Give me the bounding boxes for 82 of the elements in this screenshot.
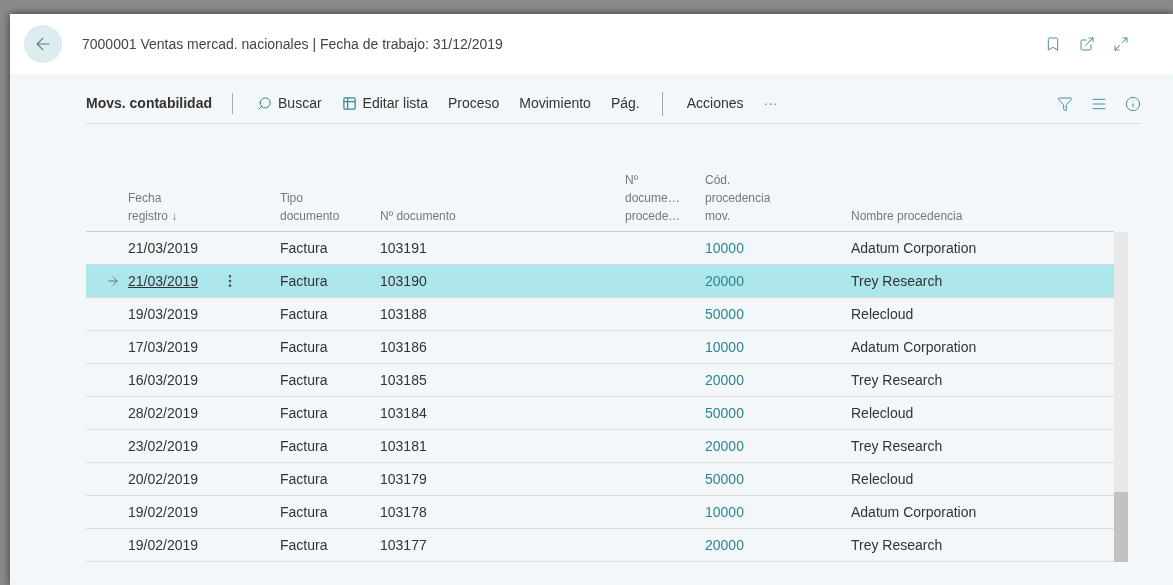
code-link[interactable]: 50000 — [705, 303, 744, 325]
action-button[interactable]: Acciones — [686, 93, 744, 114]
table-cell-text: Adatum Corporation — [851, 238, 977, 258]
table-cell-text: Factura — [280, 469, 328, 489]
table-cell-text: Factura — [280, 337, 328, 357]
expand-icon[interactable] — [1113, 36, 1129, 52]
open-new-window-icon[interactable] — [1079, 36, 1095, 52]
search-icon — [257, 96, 272, 111]
table-cell-text: 103186 — [380, 337, 427, 357]
table-cell-text: Adatum Corporation — [851, 502, 977, 522]
table-cell-text: 21/03/2019 — [128, 238, 199, 258]
table-row[interactable]: 28/02/2019 Factura 103184 50000 Relecloud — [86, 397, 1114, 430]
table-cell-text: Trey Research — [851, 271, 943, 291]
table-cell-text: Trey Research — [851, 535, 943, 555]
table-cell-text: Factura — [280, 370, 328, 390]
table-cell-text: Trey Research — [851, 370, 943, 390]
table-cell[interactable]: 21/03/2019 — [128, 270, 199, 292]
edit-list-button[interactable]: Editar lista — [341, 93, 428, 114]
table-cell-text: 19/02/2019 — [128, 502, 199, 522]
table-row[interactable]: 20/02/2019 Factura 103179 50000 Relecloud — [86, 463, 1114, 496]
scrollbar[interactable] — [1114, 232, 1128, 562]
action-button[interactable]: Movimiento — [519, 93, 591, 114]
table-cell-text: Factura — [280, 502, 328, 522]
code-link[interactable]: 20000 — [705, 369, 744, 391]
back-button[interactable] — [24, 25, 62, 63]
table-cell-text: 103191 — [380, 238, 427, 258]
code-link[interactable]: 10000 — [705, 336, 744, 358]
table-row[interactable]: 19/03/2019 Factura 103188 50000 Relecloud — [86, 298, 1114, 331]
table-cell-text: 103179 — [380, 469, 427, 489]
table-cell-text: 17/03/2019 — [128, 337, 199, 357]
table-cell-text: 16/03/2019 — [128, 370, 199, 390]
current-row-arrow-icon — [106, 274, 120, 288]
code-link[interactable]: 50000 — [705, 402, 744, 424]
table-cell-text: Relecloud — [851, 469, 914, 489]
table-row[interactable]: 16/03/2019 Factura 103185 20000 Trey Research — [86, 364, 1114, 397]
column-header[interactable]: Tipo documento — [280, 189, 350, 225]
code-link[interactable]: 10000 — [705, 237, 744, 259]
table-cell-text: 28/02/2019 — [128, 403, 199, 423]
table-cell-text: Adatum Corporation — [851, 337, 977, 357]
table-cell-text: 103177 — [380, 535, 427, 555]
column-header[interactable]: Cód. procedencia mov. — [705, 171, 795, 225]
table-cell-text: Relecloud — [851, 403, 914, 423]
table-cell-text: 103188 — [380, 304, 427, 324]
table-cell-text: 103185 — [380, 370, 427, 390]
table-cell-text: Factura — [280, 304, 328, 324]
table-cell-text: Relecloud — [851, 304, 914, 324]
table-cell-text: 103184 — [380, 403, 427, 423]
table-row[interactable]: 17/03/2019 Factura 103186 10000 Adatum Corporation — [86, 331, 1114, 364]
column-header[interactable]: Nº docume… procede… — [625, 171, 685, 225]
table-cell-text: 23/02/2019 — [128, 436, 199, 456]
column-header[interactable]: Nombre procedencia — [851, 207, 1103, 225]
table-cell-text: Factura — [280, 271, 328, 291]
search-button[interactable]: Buscar — [257, 93, 322, 114]
table-cell-text: 19/03/2019 — [128, 304, 199, 324]
code-link[interactable]: 20000 — [705, 534, 744, 556]
page-title: Movs. contabilidad — [86, 93, 233, 114]
filter-icon[interactable] — [1057, 95, 1073, 112]
bookmark-icon[interactable] — [1045, 36, 1061, 52]
table-cell-text: 103181 — [380, 436, 427, 456]
action-button[interactable]: Pág. — [610, 93, 640, 114]
table-cell-text: Factura — [280, 403, 328, 423]
code-link[interactable]: 10000 — [705, 501, 744, 523]
table-cell-text: Trey Research — [851, 436, 943, 456]
column-header[interactable]: Nº documento — [380, 207, 617, 225]
table-cell-text: Factura — [280, 238, 328, 258]
code-link[interactable]: 20000 — [705, 435, 744, 457]
table-row[interactable]: 21/03/2019 Factura 103190 20000 Trey Research — [86, 265, 1114, 298]
column-header[interactable]: Fecha registro ↓ — [128, 189, 198, 225]
table-cell-text: Factura — [280, 436, 328, 456]
info-icon[interactable] — [1125, 95, 1141, 112]
table-cell-text: 103190 — [380, 271, 427, 291]
table-cell-text: 103178 — [380, 502, 427, 522]
table-cell-text: 20/02/2019 — [128, 469, 199, 489]
window-title: 7000001 Ventas mercad. nacionales | Fecha de trabajo: 31/12/2019 — [82, 34, 503, 54]
table-cell-text: 19/02/2019 — [128, 535, 199, 555]
table-row[interactable]: 19/02/2019 Factura 103177 20000 Trey Research — [86, 529, 1114, 562]
table-cell-text: Factura — [280, 535, 328, 555]
code-link[interactable]: 50000 — [705, 468, 744, 490]
table-row[interactable]: 23/02/2019 Factura 103181 20000 Trey Research — [86, 430, 1114, 463]
table-edit-icon — [341, 96, 357, 111]
action-button[interactable]: Proceso — [447, 93, 500, 114]
table-row[interactable]: 19/02/2019 Factura 103178 10000 Adatum Corporation — [86, 496, 1114, 529]
